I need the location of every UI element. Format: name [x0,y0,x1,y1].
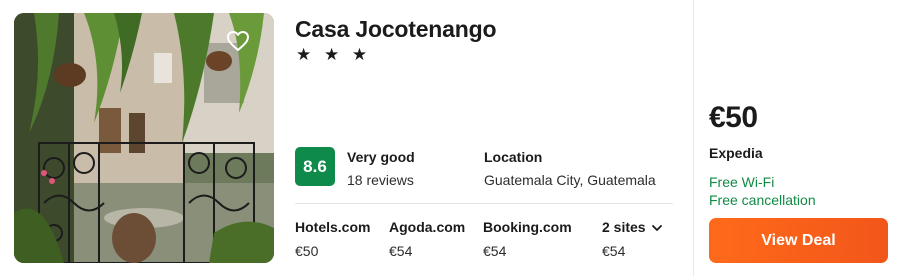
amenity-free-cancellation: Free cancellation [709,192,816,208]
view-deal-button[interactable]: View Deal [709,218,888,263]
site-price-agoda[interactable]: Agoda.com €54 [389,219,465,259]
deal-provider: Expedia [709,145,763,161]
site-price: €54 [389,243,413,259]
favorite-button[interactable] [222,27,254,59]
site-price: €50 [295,243,319,259]
location-value: Guatemala City, Guatemala [484,172,656,188]
rating-label: Very good [347,149,415,165]
review-count[interactable]: 18 reviews [347,172,414,188]
rating-score-badge: 8.6 [295,147,335,186]
hotel-result-card: Casa Jocotenango ★ ★ ★ 8.6 Very good 18 … [0,0,904,276]
hotel-name[interactable]: Casa Jocotenango [295,16,496,43]
more-sites-dropdown[interactable]: 2 sites €54 [602,219,662,259]
panel-divider [693,0,694,276]
amenity-free-wifi: Free Wi-Fi [709,174,775,190]
site-name: Booking.com [483,219,572,235]
site-name: Hotels.com [295,219,371,235]
site-price-hotels[interactable]: Hotels.com €50 [295,219,370,259]
heart-icon [226,30,250,57]
site-price: €54 [602,243,626,259]
divider [295,203,673,204]
star-rating: ★ ★ ★ [296,45,372,64]
site-price-booking[interactable]: Booking.com €54 [483,219,572,259]
chevron-down-icon [651,219,662,235]
more-sites-label: 2 sites [602,219,646,235]
site-name: Agoda.com [389,219,466,235]
site-price: €54 [483,243,507,259]
deal-price: €50 [709,101,758,134]
location-title: Location [484,149,543,165]
